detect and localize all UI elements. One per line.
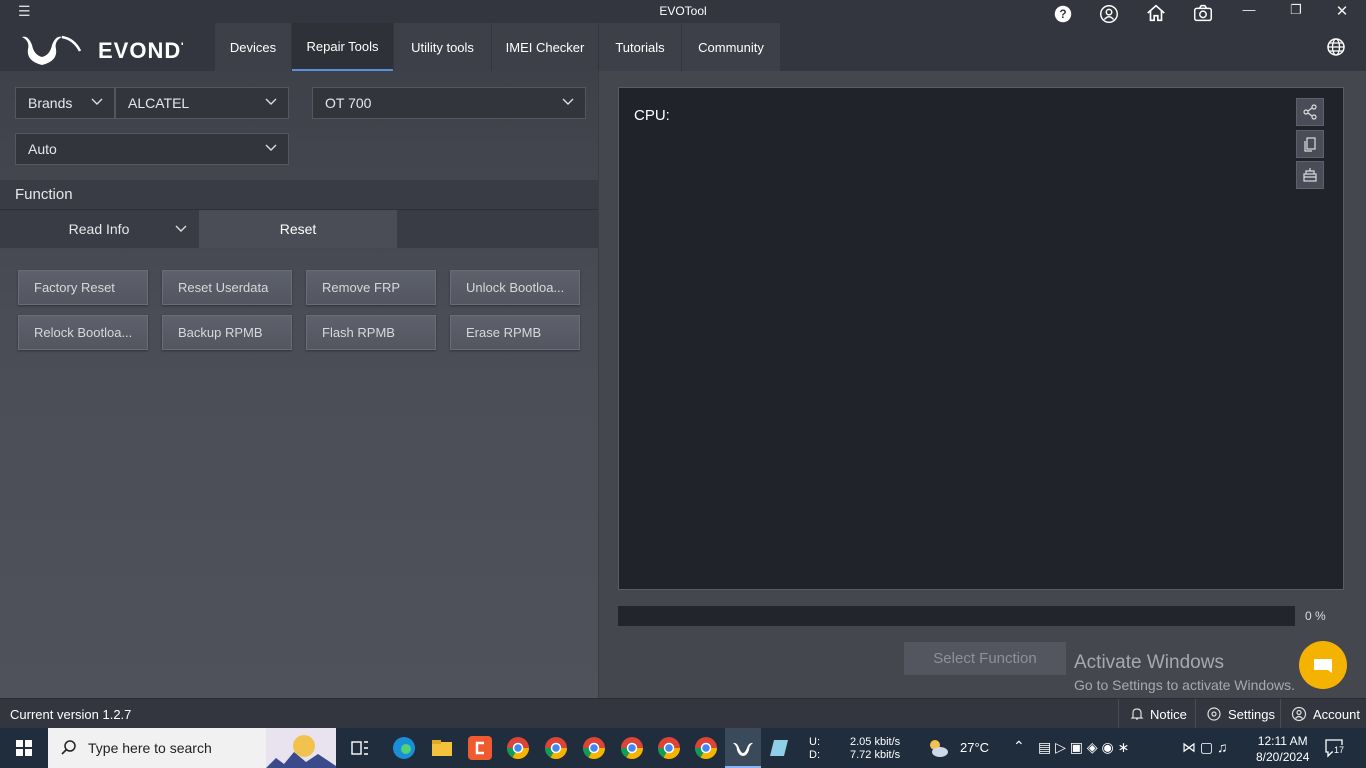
- chevron-down-icon: [265, 144, 277, 151]
- mode-select[interactable]: Auto: [15, 133, 289, 165]
- brands-dropdown[interactable]: Brands: [15, 87, 115, 119]
- left-panel: Brands ALCATEL OT 700 Auto Function Read…: [0, 71, 598, 698]
- backup-rpmb-button[interactable]: Backup RPMB: [162, 315, 292, 350]
- clock[interactable]: 12:11 AM 8/20/2024: [1256, 733, 1309, 765]
- activate-windows-watermark: Activate Windows Go to Settings to activ…: [1074, 652, 1295, 693]
- log-console[interactable]: CPU:: [618, 87, 1344, 590]
- chrome-profile-4-icon[interactable]: [657, 736, 681, 760]
- unlock-bootloader-button[interactable]: Unlock Bootloa...: [450, 270, 580, 305]
- close-button[interactable]: ✕: [1322, 2, 1362, 20]
- account-button[interactable]: Account: [1280, 699, 1366, 729]
- search-highlight-image: [266, 728, 336, 768]
- capcut-icon[interactable]: [468, 736, 492, 760]
- progress-bar: [618, 606, 1295, 626]
- file-explorer-icon[interactable]: [430, 736, 454, 760]
- chrome-profile-3-icon[interactable]: [620, 736, 644, 760]
- tab-community[interactable]: Community: [682, 23, 780, 71]
- user-icon[interactable]: [1096, 3, 1122, 25]
- network-battery-volume-icons[interactable]: ⋈ ▢ ♫: [1182, 739, 1228, 756]
- reset-userdata-button[interactable]: Reset Userdata: [162, 270, 292, 305]
- title-bar: ☰ EVOTool ? — ❐ ✕: [0, 0, 1366, 23]
- notepad-icon[interactable]: [768, 736, 792, 760]
- edge-icon[interactable]: [392, 736, 416, 760]
- relock-bootloader-button[interactable]: Relock Bootloa...: [18, 315, 148, 350]
- account-icon: [1291, 706, 1307, 722]
- remove-frp-button[interactable]: Remove FRP: [306, 270, 436, 305]
- cpu-label: CPU:: [634, 107, 670, 124]
- eraser-icon: [1303, 168, 1317, 182]
- copy-button[interactable]: [1296, 130, 1324, 158]
- weather-icon[interactable]: [926, 736, 950, 760]
- camera-icon[interactable]: [1190, 2, 1216, 24]
- evotool-icon: [733, 742, 753, 756]
- header: EVONDT Devices Repair Tools Utility tool…: [0, 23, 1366, 71]
- windows-start-icon[interactable]: [0, 728, 48, 768]
- home-icon[interactable]: [1143, 2, 1169, 24]
- search-icon: [61, 740, 76, 755]
- copy-icon: [1304, 137, 1316, 152]
- evotool-taskbar-button[interactable]: [725, 728, 761, 768]
- status-bar: Current version 1.2.7 Notice Settings Ac…: [0, 698, 1366, 729]
- chevron-down-icon: [175, 225, 187, 232]
- notice-button[interactable]: Notice: [1118, 699, 1195, 729]
- tab-utility-tools[interactable]: Utility tools: [394, 23, 491, 71]
- chevron-down-icon: [562, 98, 574, 105]
- taskbar: Type here to search U: D: 2.05 kbit/s 7.…: [0, 728, 1366, 768]
- chat-icon: [1314, 659, 1332, 673]
- clear-log-button[interactable]: [1296, 161, 1324, 189]
- net-speed: 2.05 kbit/s 7.72 kbit/s: [850, 736, 901, 761]
- svg-text:EVONDT: EVONDT: [98, 38, 183, 63]
- flash-rpmb-button[interactable]: Flash RPMB: [306, 315, 436, 350]
- chrome-icon[interactable]: [544, 736, 568, 760]
- right-panel: CPU: 0 % Select Function Activate Window…: [598, 71, 1366, 698]
- factory-reset-button[interactable]: Factory Reset: [18, 270, 148, 305]
- chevron-down-icon: [91, 98, 103, 105]
- chat-button[interactable]: [1299, 641, 1347, 689]
- chrome-profile-5-icon[interactable]: [694, 736, 718, 760]
- erase-rpmb-button[interactable]: Erase RPMB: [450, 315, 580, 350]
- temperature: 27°C: [960, 740, 990, 755]
- select-function-button[interactable]: Select Function: [904, 642, 1066, 675]
- search-placeholder: Type here to search: [88, 740, 212, 756]
- tab-imei-checker[interactable]: IMEI Checker: [492, 23, 598, 71]
- minimize-button[interactable]: —: [1229, 2, 1269, 20]
- tab-tutorials[interactable]: Tutorials: [599, 23, 681, 71]
- progress-percent: 0 %: [1305, 609, 1326, 623]
- chrome-profile-2-icon[interactable]: [582, 736, 606, 760]
- version-label: Current version 1.2.7: [10, 707, 132, 722]
- function-subtabs: Read Info Reset: [0, 210, 598, 248]
- tab-devices[interactable]: Devices: [215, 23, 291, 71]
- notification-center[interactable]: 17: [1324, 738, 1346, 758]
- share-button[interactable]: [1296, 98, 1324, 126]
- gear-icon: [1207, 707, 1221, 721]
- bell-icon: [1130, 708, 1144, 720]
- maximize-button[interactable]: ❐: [1276, 2, 1316, 20]
- globe-icon[interactable]: [1324, 35, 1348, 59]
- tab-repair-tools[interactable]: Repair Tools: [292, 23, 393, 71]
- settings-button[interactable]: Settings: [1195, 699, 1280, 729]
- svg-text:?: ?: [1059, 7, 1066, 21]
- evondt-logo: EVONDT: [22, 35, 183, 65]
- net-labels: U: D:: [809, 736, 820, 761]
- chevron-down-icon: [265, 98, 277, 105]
- task-view-icon[interactable]: [348, 736, 372, 760]
- taskbar-search[interactable]: Type here to search: [48, 728, 336, 768]
- function-header: Function: [0, 180, 598, 210]
- subtab-read-info[interactable]: Read Info: [0, 210, 198, 248]
- brand-select[interactable]: ALCATEL: [115, 87, 289, 119]
- model-select[interactable]: OT 700: [312, 87, 586, 119]
- tray-app-icons[interactable]: ▤ ▷ ▣ ◈ ◉ ∗: [1038, 739, 1129, 756]
- show-hidden-icons-chevron-up-icon[interactable]: ⌃: [1013, 738, 1025, 755]
- chrome-profile-1-icon[interactable]: [506, 736, 530, 760]
- subtab-reset[interactable]: Reset: [199, 210, 397, 248]
- help-icon[interactable]: ?: [1050, 3, 1076, 25]
- share-icon: [1303, 104, 1317, 120]
